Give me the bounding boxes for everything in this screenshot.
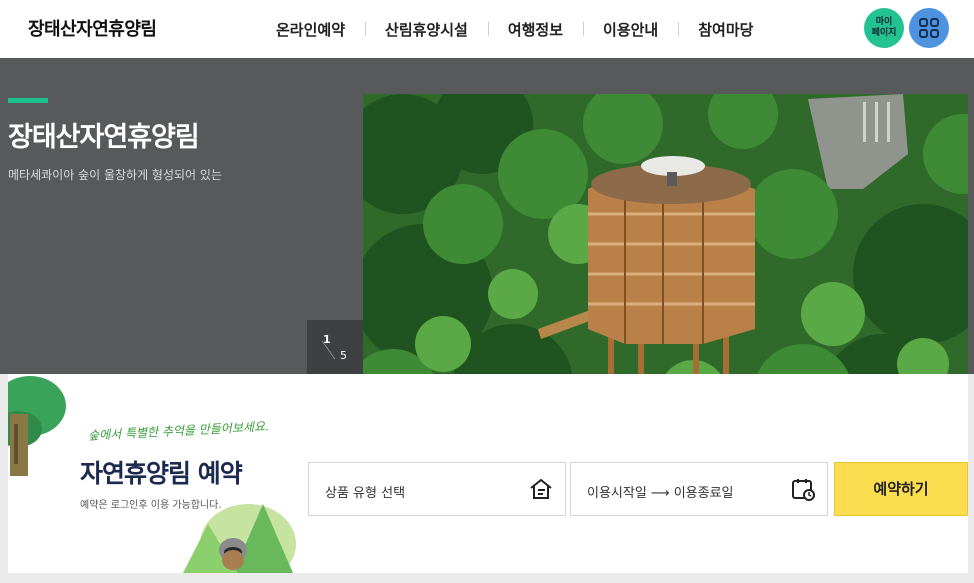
nav-item-facilities[interactable]: 산림휴양시설 <box>365 19 488 40</box>
reserve-button[interactable]: 예약하기 <box>834 462 968 516</box>
menu-button[interactable] <box>909 8 949 48</box>
hero-subtitle: 메타세콰이아 숲이 울창하게 형성되어 있는 <box>8 168 222 182</box>
reservation-login-note: 예약은 로그인후 이용 가능합니다. <box>80 500 222 511</box>
calendar-clock-icon <box>792 479 815 501</box>
nav-item-travel-info[interactable]: 여행정보 <box>487 19 583 40</box>
page: 장태산자연휴양림 온라인예약 산림휴양시설 여행정보 이용안내 참여마당 마이 … <box>0 0 974 583</box>
nav-item-online-reservation[interactable]: 온라인예약 <box>256 19 365 40</box>
reservation-intro: 숲에서 특별한 추억을 만들어보세요. 자연휴양림 예약 예약은 로그인후 이용… <box>8 374 308 573</box>
hero-title: 장태산자연휴양림 <box>8 122 200 153</box>
slide-total: 5 <box>340 349 347 362</box>
site-logo[interactable]: 장태산자연휴양림 <box>28 15 157 41</box>
date-range-picker[interactable]: 이용시작일 ⟶ 이용종료일 <box>570 462 828 516</box>
product-type-placeholder: 상품 유형 선택 <box>325 486 406 501</box>
hero-accent-bar <box>8 98 48 103</box>
nav-item-participation[interactable]: 참여마당 <box>678 19 773 40</box>
mypage-label-line2: 페이지 <box>871 28 897 38</box>
slide-counter: 1 5 <box>307 320 363 376</box>
reservation-title: 자연휴양림 예약 <box>80 459 243 488</box>
nav-item-usage-guide[interactable]: 이용안내 <box>583 19 678 40</box>
grid-icon <box>919 18 939 38</box>
house-list-icon <box>530 478 552 499</box>
site-header: 장태산자연휴양림 온라인예약 산림휴양시설 여행정보 이용안내 참여마당 마이 … <box>0 0 974 58</box>
date-range-placeholder: 이용시작일 ⟶ 이용종료일 <box>587 486 734 501</box>
main-nav: 온라인예약 산림휴양시설 여행정보 이용안내 참여마당 <box>256 0 773 58</box>
mypage-button[interactable]: 마이 페이지 <box>864 8 904 48</box>
mypage-label-line1: 마이 <box>875 17 893 27</box>
product-type-select[interactable]: 상품 유형 선택 <box>308 462 566 516</box>
